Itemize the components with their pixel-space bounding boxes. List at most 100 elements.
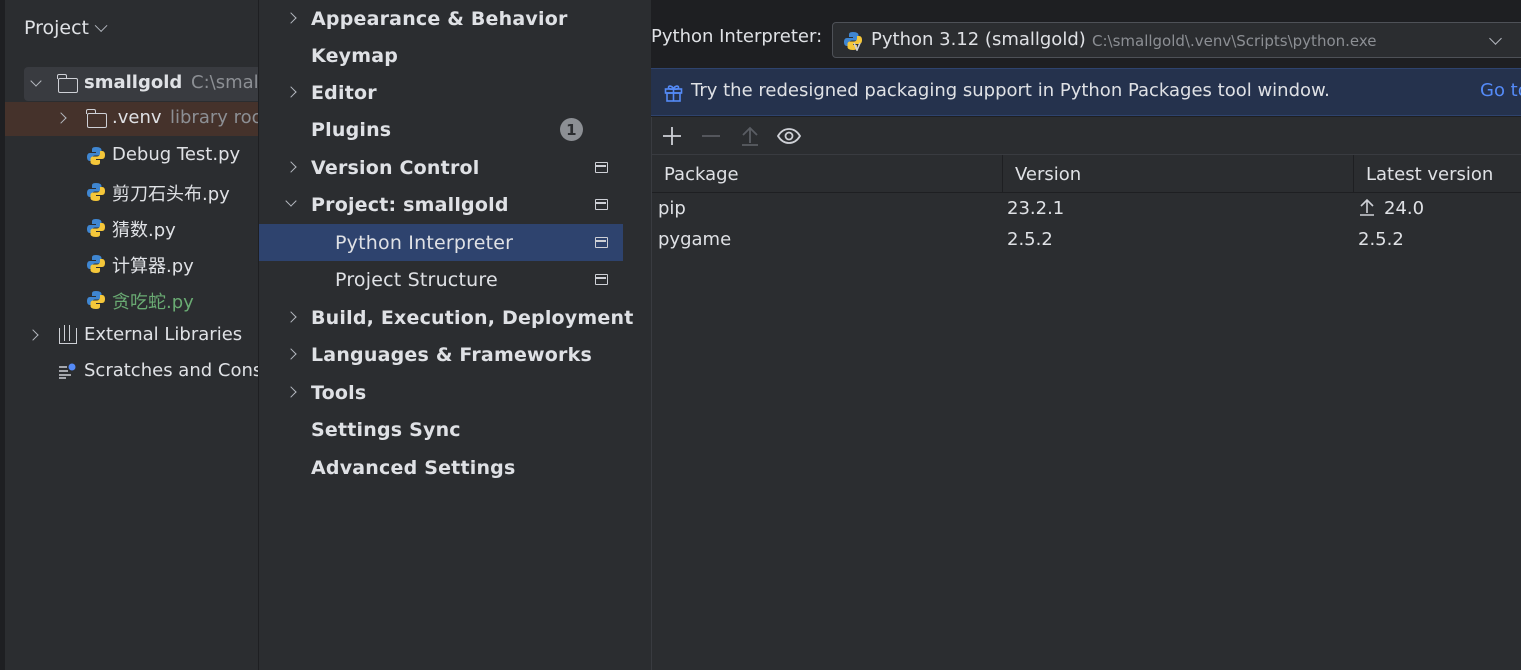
chevron-down-icon[interactable]: [285, 195, 297, 207]
banner-text: Try the redesigned packaging support in …: [691, 80, 1330, 101]
nav-label: Editor: [311, 81, 377, 104]
nav-build-execution-deployment[interactable]: Build, Execution, Deployment: [259, 299, 633, 336]
package-name: pip: [658, 198, 686, 219]
venv-label: .venv: [112, 107, 162, 128]
show-early-releases-button[interactable]: [775, 123, 803, 149]
nav-label: Appearance & Behavior: [311, 7, 568, 30]
package-name: pygame: [658, 229, 732, 250]
add-package-button[interactable]: [658, 123, 686, 149]
chevron-right-icon[interactable]: [55, 112, 67, 124]
chevron-right-icon[interactable]: [285, 86, 297, 98]
nav-settings-sync[interactable]: Settings Sync: [259, 411, 623, 448]
interpreter-select[interactable]: Python 3.12 (smallgold) C:\smallgold\.ve…: [832, 22, 1521, 58]
python-file-icon: [87, 183, 105, 201]
nav-project-structure[interactable]: Project Structure: [259, 261, 623, 298]
nav-label: Plugins: [311, 118, 392, 141]
packages-panel: Package Version Latest version pip 23.2.…: [651, 117, 1521, 670]
nav-label: Project Structure: [335, 268, 498, 291]
column-header-package[interactable]: Package: [652, 155, 1003, 193]
project-view-title: Project: [24, 17, 90, 39]
tree-item-file[interactable]: 剪刀石头布.py: [5, 175, 258, 209]
tree-item-venv[interactable]: .venv library root: [5, 102, 258, 136]
nav-python-interpreter[interactable]: Python Interpreter: [259, 224, 623, 261]
banner-goto-link[interactable]: Go to: [1480, 80, 1521, 101]
nav-plugins[interactable]: Plugins 1: [259, 111, 623, 148]
settings-navigation: Appearance & Behavior Keymap Editor Plug…: [258, 0, 651, 670]
upgrade-available-icon: [1360, 198, 1374, 216]
column-header-version[interactable]: Version: [1003, 155, 1354, 193]
project-scope-icon: [595, 162, 608, 173]
tree-item-file[interactable]: 计算器.py: [5, 247, 258, 281]
tree-item-file[interactable]: 猜数.py: [5, 211, 258, 245]
file-label: 剪刀石头布.py: [112, 184, 230, 205]
packages-table-header: Package Version Latest version: [652, 155, 1521, 193]
chevron-down-icon: [1489, 32, 1502, 45]
nav-version-control[interactable]: Version Control: [259, 149, 623, 186]
scratches-icon: [59, 363, 76, 379]
chevron-right-icon[interactable]: [285, 12, 297, 24]
upgrade-package-button[interactable]: [736, 123, 764, 149]
nav-languages-frameworks[interactable]: Languages & Frameworks: [259, 336, 623, 373]
nav-label: Build, Execution, Deployment: [311, 306, 634, 329]
external-libraries-label: External Libraries: [84, 324, 243, 345]
nav-tools[interactable]: Tools: [259, 374, 623, 411]
packages-toolbar: [652, 117, 1521, 155]
chevron-down-icon[interactable]: [30, 75, 42, 87]
python-file-icon: [87, 291, 105, 309]
python-venv-icon: [844, 32, 862, 51]
plugins-update-badge: 1: [560, 118, 583, 141]
tree-item-file[interactable]: 贪吃蛇.py: [5, 283, 258, 317]
scratches-label: Scratches and Consoles: [84, 360, 258, 381]
nav-label: Project: smallgold: [311, 193, 509, 216]
plus-icon: [663, 127, 681, 145]
eye-icon: [776, 128, 802, 144]
chevron-right-icon[interactable]: [285, 386, 297, 398]
root-folder-path: C:\smallgold: [191, 72, 258, 93]
nav-project-smallgold[interactable]: Project: smallgold: [259, 186, 623, 223]
package-latest: 2.5.2: [1358, 229, 1404, 250]
chevron-right-icon[interactable]: [285, 161, 297, 173]
nav-label: Advanced Settings: [311, 456, 516, 479]
packaging-banner: Try the redesigned packaging support in …: [651, 68, 1521, 116]
interpreter-label: Python Interpreter:: [651, 26, 823, 47]
package-version: 23.2.1: [1007, 198, 1065, 219]
latest-version-value: 2.5.2: [1358, 229, 1404, 250]
tree-root-smallgold[interactable]: smallgold C:\smallgold: [24, 67, 258, 101]
python-file-icon: [87, 147, 105, 165]
python-file-icon: [87, 255, 105, 273]
package-version: 2.5.2: [1007, 229, 1053, 250]
nav-label: Languages & Frameworks: [311, 343, 592, 366]
interpreter-path: C:\smallgold\.venv\Scripts\python.exe: [1092, 32, 1377, 50]
file-label: 猜数.py: [112, 220, 176, 241]
project-tool-window: Project smallgold C:\smallgold .venv lib…: [0, 0, 258, 670]
minus-icon: [702, 135, 720, 137]
column-header-latest-version[interactable]: Latest version: [1354, 155, 1521, 193]
nav-keymap[interactable]: Keymap: [259, 37, 623, 74]
nav-advanced-settings[interactable]: Advanced Settings: [259, 449, 623, 486]
folder-icon: [86, 109, 107, 128]
venv-hint: library root: [170, 107, 258, 128]
nav-label: Tools: [311, 381, 367, 404]
nav-editor[interactable]: Editor: [259, 74, 623, 111]
chevron-right-icon[interactable]: [27, 329, 39, 341]
table-row[interactable]: pip 23.2.1 24.0: [652, 194, 1521, 225]
tree-item-scratches[interactable]: Scratches and Consoles: [5, 355, 258, 389]
library-icon: [59, 325, 77, 344]
project-scope-icon: [595, 199, 608, 210]
nav-label: Keymap: [311, 44, 399, 67]
tree-item-external-libraries[interactable]: External Libraries: [5, 319, 258, 353]
project-scope-icon: [595, 237, 608, 248]
chevron-down-icon: [94, 18, 108, 32]
nav-appearance-behavior[interactable]: Appearance & Behavior: [259, 0, 623, 37]
file-label: Debug Test.py: [112, 144, 241, 165]
chevron-right-icon[interactable]: [285, 311, 297, 323]
upgrade-arrow-icon: [742, 126, 758, 146]
file-label-modified: 贪吃蛇.py: [112, 292, 194, 313]
folder-icon: [57, 74, 78, 93]
project-view-selector[interactable]: Project: [24, 14, 108, 42]
python-file-icon: [87, 219, 105, 237]
remove-package-button[interactable]: [697, 123, 725, 149]
tree-item-file[interactable]: Debug Test.py: [5, 139, 258, 173]
table-row[interactable]: pygame 2.5.2 2.5.2: [652, 225, 1521, 256]
chevron-right-icon[interactable]: [285, 348, 297, 360]
